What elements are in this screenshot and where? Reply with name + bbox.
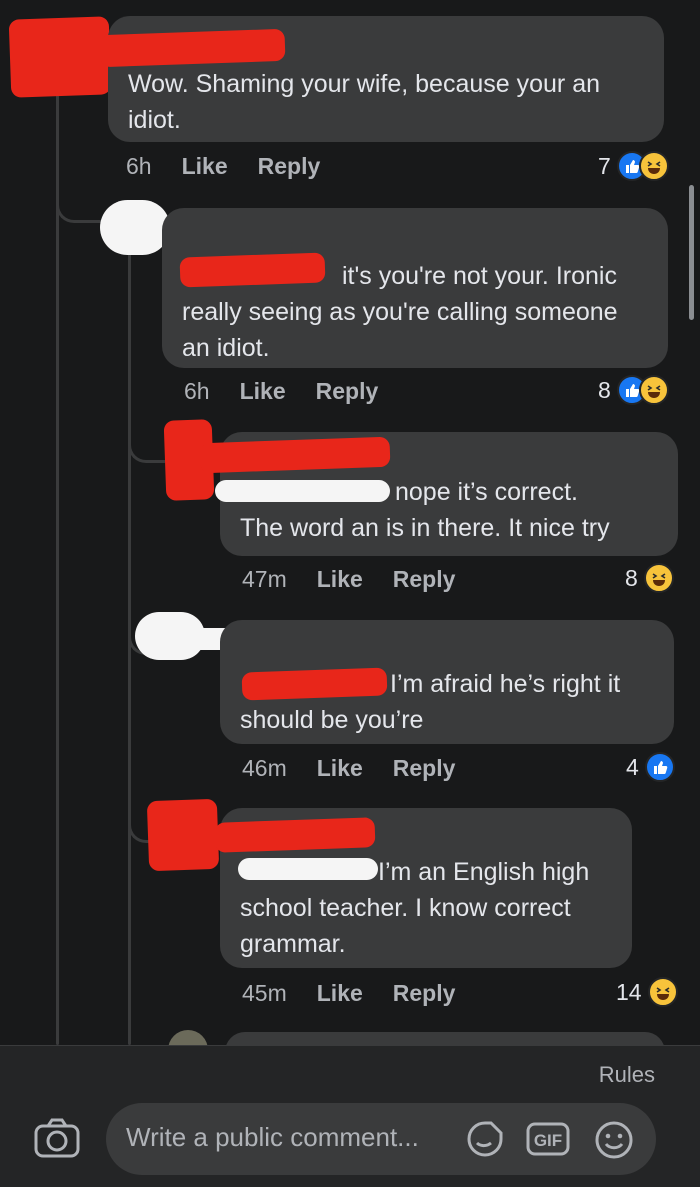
redacted-avatar [8, 16, 112, 98]
reaction-summary[interactable]: 14 [616, 976, 678, 1008]
redacted-mention [179, 252, 326, 288]
comment-text-line: The word an is in there. It nice try [240, 514, 610, 542]
reaction-count: 8 [598, 376, 611, 403]
reaction-count: 14 [616, 978, 642, 1005]
gif-icon[interactable]: GIF [526, 1122, 570, 1161]
redacted-mention [241, 667, 388, 701]
reply-button[interactable]: Reply [393, 755, 456, 782]
comment-text: Wow. Shaming your wife, because your an … [128, 70, 601, 134]
comment-text-line: school teacher. I know correct [240, 894, 571, 922]
comment-input-placeholder: Write a public comment... [126, 1122, 419, 1152]
reaction-summary[interactable]: 8 [625, 562, 674, 594]
redacted-mention [238, 858, 378, 880]
haha-icon [647, 977, 678, 1007]
comment-text-line: should be you’re [240, 706, 424, 734]
reaction-summary[interactable]: 7 [598, 150, 669, 182]
like-button[interactable]: Like [182, 153, 228, 180]
emoji-icon[interactable] [594, 1120, 634, 1165]
like-button[interactable]: Like [317, 755, 363, 782]
comment-input[interactable]: Write a public comment... [106, 1103, 656, 1175]
reaction-summary[interactable]: 8 [598, 374, 669, 406]
reply-button[interactable]: Reply [258, 153, 321, 180]
comment-time: 47m [242, 565, 287, 592]
redacted-mention [215, 480, 390, 502]
gif-label: GIF [534, 1131, 562, 1150]
sticker-icon[interactable] [466, 1120, 504, 1163]
comment-meta: 45m Like Reply [242, 978, 485, 1008]
comment-time: 6h [184, 377, 210, 404]
redacted-name [99, 28, 286, 68]
like-button[interactable]: Like [317, 566, 363, 593]
reply-button[interactable]: Reply [316, 378, 379, 405]
comment-meta: 46m Like Reply [242, 753, 485, 783]
thread-connector [128, 420, 165, 463]
like-icon [644, 752, 675, 782]
comment-text-line: grammar. [240, 930, 346, 958]
reply-button[interactable]: Reply [393, 980, 456, 1007]
haha-icon [638, 151, 669, 181]
thread-line-main [56, 80, 59, 1045]
reaction-count: 4 [626, 753, 639, 780]
redacted-avatar [146, 798, 220, 872]
comment-meta: 6h Like Reply [126, 151, 350, 181]
scrollbar[interactable] [689, 185, 694, 320]
comment-time: 6h [126, 152, 152, 179]
comment-time: 46m [242, 754, 287, 781]
reply-button[interactable]: Reply [393, 566, 456, 593]
reaction-count: 7 [598, 152, 611, 179]
like-button[interactable]: Like [317, 980, 363, 1007]
comment-meta: 6h Like Reply [184, 376, 408, 406]
haha-icon [638, 375, 669, 405]
haha-icon [643, 563, 674, 593]
reaction-summary[interactable]: 4 [626, 751, 675, 783]
like-button[interactable]: Like [240, 378, 286, 405]
comment-bubble: it's you're not your. Ironic really seei… [162, 208, 668, 368]
redacted-name [214, 817, 376, 853]
camera-icon[interactable] [34, 1118, 80, 1163]
reaction-count: 8 [625, 564, 638, 591]
comment-time: 45m [242, 979, 287, 1006]
rules-link[interactable]: Rules [599, 1062, 655, 1088]
comment-meta: 47m Like Reply [242, 564, 485, 594]
